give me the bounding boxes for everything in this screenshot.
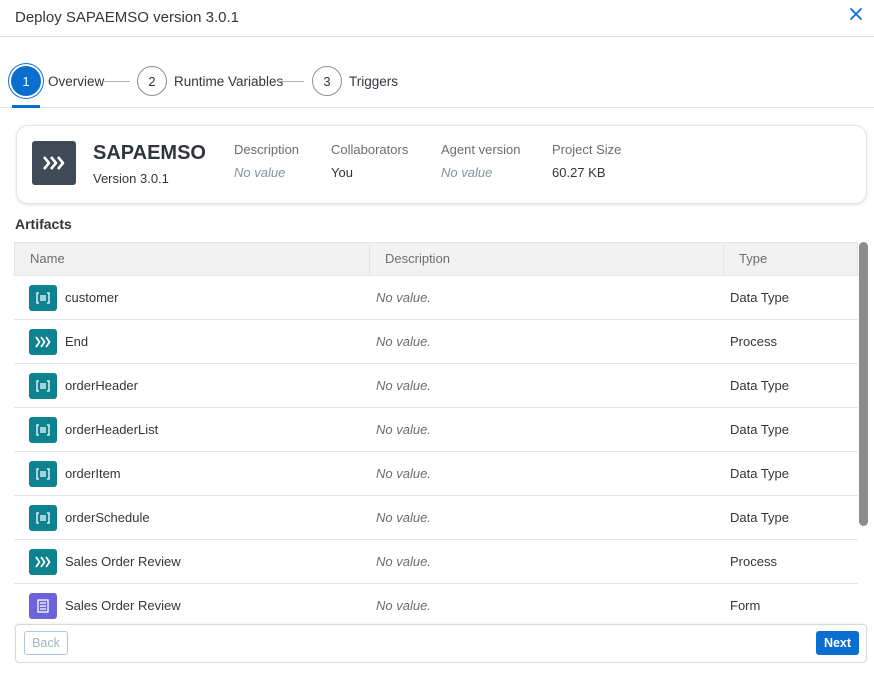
- table-header: Name Description Type: [14, 242, 858, 276]
- step-number: 2: [137, 66, 167, 96]
- table-row[interactable]: orderItem No value. Data Type: [14, 452, 858, 496]
- artifact-description: No value.: [376, 598, 431, 613]
- wizard-step-runtime-variables[interactable]: 2 Runtime Variables: [137, 66, 283, 96]
- artifact-description: No value.: [376, 334, 431, 349]
- step-label: Runtime Variables: [174, 73, 284, 89]
- back-button[interactable]: Back: [24, 631, 68, 655]
- close-icon[interactable]: [846, 6, 866, 26]
- meta-label: Collaborators: [331, 142, 409, 157]
- meta-value: 60.27 KB: [552, 165, 606, 180]
- step-number: 3: [312, 66, 342, 96]
- artifacts-heading: Artifacts: [15, 216, 72, 232]
- dialog-footer: Back Next: [15, 624, 867, 663]
- meta-label: Description: [234, 142, 300, 157]
- artifact-description: No value.: [376, 378, 431, 393]
- artifact-name: orderSchedule: [65, 510, 150, 525]
- meta-value: You: [331, 165, 353, 180]
- wizard-step-triggers[interactable]: 3 Triggers: [312, 66, 398, 96]
- table-row[interactable]: orderHeader No value. Data Type: [14, 364, 858, 408]
- artifact-type: Data Type: [730, 510, 790, 525]
- column-header-type[interactable]: Type: [723, 243, 857, 275]
- artifact-description: No value.: [376, 554, 431, 569]
- artifact-type: Data Type: [730, 422, 790, 437]
- step-label: Triggers: [349, 73, 399, 89]
- data-type-icon: [29, 373, 57, 399]
- meta-label: Agent version: [441, 142, 521, 157]
- step-label: Overview: [48, 73, 105, 89]
- artifact-type: Process: [730, 554, 777, 569]
- artifact-description: No value.: [376, 290, 431, 305]
- artifact-name: Sales Order Review: [65, 554, 181, 569]
- table-scrollbar[interactable]: [859, 242, 868, 526]
- step-number: 1: [11, 66, 41, 96]
- next-button[interactable]: Next: [816, 631, 859, 655]
- project-version: Version 3.0.1: [93, 171, 169, 186]
- artifact-name: orderItem: [65, 466, 121, 481]
- meta-value: No value: [234, 165, 286, 180]
- process-icon: [29, 549, 57, 575]
- project-name: SAPAEMSO: [93, 142, 206, 164]
- artifact-type: Form: [730, 598, 761, 613]
- data-type-icon: [29, 461, 57, 487]
- project-summary-card: SAPAEMSO Version 3.0.1 Description No va…: [16, 125, 867, 204]
- artifacts-table: Name Description Type customer No value.…: [14, 242, 858, 625]
- dialog-title: Deploy SAPAEMSO version 3.0.1: [15, 9, 239, 26]
- table-row[interactable]: orderSchedule No value. Data Type: [14, 496, 858, 540]
- step-connector: [103, 81, 130, 82]
- meta-agent-version: Agent version No value: [441, 142, 521, 180]
- artifact-name: customer: [65, 290, 119, 305]
- artifact-type: Data Type: [730, 290, 790, 305]
- meta-description: Description No value: [234, 142, 299, 180]
- table-row[interactable]: customer No value. Data Type: [14, 276, 858, 320]
- data-type-icon: [29, 505, 57, 531]
- table-row[interactable]: Sales Order Review No value. Process: [14, 540, 858, 584]
- meta-value: No value: [441, 165, 493, 180]
- meta-label: Project Size: [552, 142, 622, 157]
- table-row[interactable]: End No value. Process: [14, 320, 858, 364]
- active-step-indicator: [12, 105, 40, 108]
- meta-project-size: Project Size 60.27 KB: [552, 142, 621, 180]
- artifact-type: Data Type: [730, 466, 790, 481]
- table-row[interactable]: orderHeaderList No value. Data Type: [14, 408, 858, 452]
- artifact-type: Data Type: [730, 378, 790, 393]
- wizard-progress: 1 Overview 2 Runtime Variables 3 Trigger…: [0, 37, 874, 108]
- artifact-description: No value.: [376, 422, 431, 437]
- dialog-header: Deploy SAPAEMSO version 3.0.1: [0, 0, 874, 37]
- table-row[interactable]: Sales Order Review No value. Form: [14, 584, 858, 625]
- meta-collaborators: Collaborators You: [331, 142, 408, 180]
- artifact-name: orderHeader: [65, 378, 138, 393]
- artifact-description: No value.: [376, 510, 431, 525]
- process-chevrons-icon: [32, 141, 76, 185]
- artifact-name: End: [65, 334, 89, 349]
- form-icon: [29, 593, 57, 619]
- artifact-type: Process: [730, 334, 777, 349]
- step-connector: [277, 81, 304, 82]
- artifact-name: Sales Order Review: [65, 598, 181, 613]
- data-type-icon: [29, 285, 57, 311]
- artifact-name: orderHeaderList: [65, 422, 159, 437]
- data-type-icon: [29, 417, 57, 443]
- column-header-name[interactable]: Name: [15, 243, 369, 275]
- column-header-description[interactable]: Description: [369, 243, 723, 275]
- process-icon: [29, 329, 57, 355]
- artifact-description: No value.: [376, 466, 431, 481]
- wizard-step-overview[interactable]: 1 Overview: [11, 66, 104, 96]
